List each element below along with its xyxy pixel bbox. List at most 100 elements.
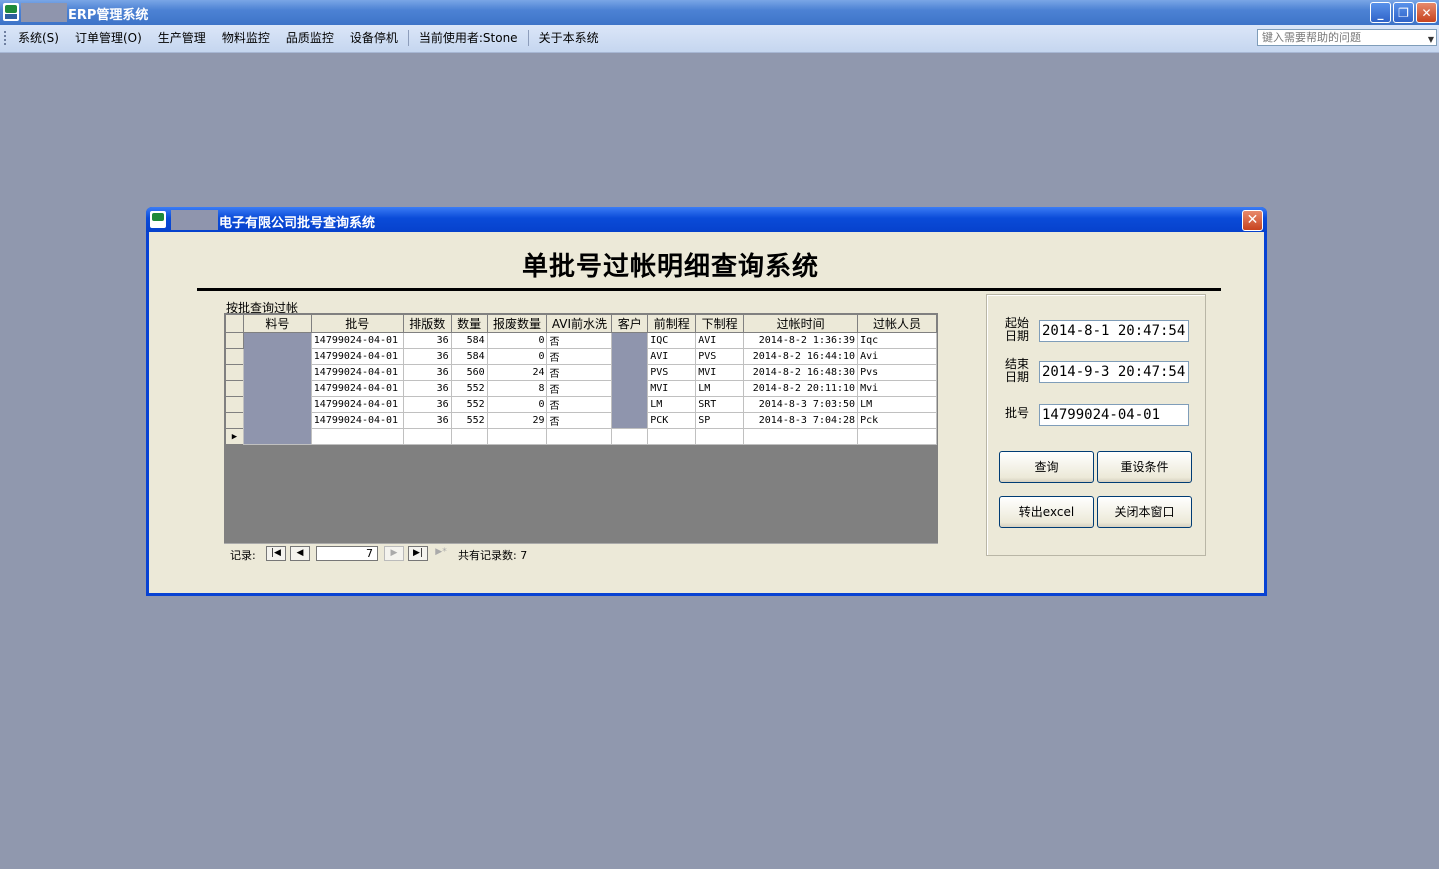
col-header-operator[interactable]: 过帐人员 — [857, 314, 937, 333]
lot-number-field[interactable]: 14799024-04-01 — [1039, 404, 1189, 426]
row-selector[interactable] — [225, 412, 244, 429]
minimize-button[interactable]: _ — [1370, 2, 1391, 23]
cell-panel[interactable]: 36 — [402, 364, 452, 381]
cell-qty[interactable]: 552 — [450, 396, 488, 413]
cell-scrap[interactable]: 29 — [486, 412, 548, 429]
new-record-row[interactable]: ▶ — [225, 428, 937, 445]
cell-scrap[interactable]: 24 — [486, 364, 548, 381]
cell-op[interactable]: Iqc — [857, 332, 937, 349]
menu-system[interactable]: 系统(S) — [10, 30, 67, 46]
menu-downtime[interactable]: 设备停机 — [342, 30, 406, 46]
cell-prev[interactable]: AVI — [647, 348, 697, 365]
close-window-button[interactable]: 关闭本窗口 — [1097, 496, 1192, 528]
cell-time[interactable]: 2014-8-2 20:11:10 — [743, 380, 859, 397]
table-row[interactable]: 14799024-04-01 36 584 0 否 AVI PVS 2014-8-2 16:4… — [225, 348, 937, 365]
cell-time[interactable]: 2014-8-3 7:03:50 — [743, 396, 859, 413]
cell-next[interactable]: AVI — [695, 332, 745, 349]
query-button[interactable]: 查询 — [999, 451, 1094, 483]
menu-orders[interactable]: 订单管理(O) — [67, 30, 150, 46]
cell-qty[interactable]: 552 — [450, 412, 488, 429]
table-row[interactable]: 14799024-04-01 36 552 29 否 PCK SP 2014-8-3 7:04… — [225, 412, 937, 429]
dialog-close-button[interactable]: ✕ — [1242, 210, 1263, 231]
record-number-input[interactable]: 7 — [316, 546, 378, 561]
empty-cell[interactable] — [310, 428, 404, 445]
cell-scrap[interactable]: 0 — [486, 348, 548, 365]
cell-time[interactable]: 2014-8-3 7:04:28 — [743, 412, 859, 429]
cell-op[interactable]: Pvs — [857, 364, 937, 381]
cell-wash[interactable]: 否 — [546, 348, 613, 365]
cell-qty[interactable]: 584 — [450, 348, 488, 365]
help-search-input[interactable]: 键入需要帮助的问题 ▼ — [1257, 29, 1437, 46]
row-selector[interactable] — [225, 364, 244, 381]
data-grid[interactable]: 料号 批号 排版数 数量 报废数量 AVI前水洗 客户 前制程 下制程 过帐时间… — [224, 313, 938, 563]
cell-op[interactable]: LM — [857, 396, 937, 413]
cell-qty[interactable]: 560 — [450, 364, 488, 381]
cell-time[interactable]: 2014-8-2 16:44:10 — [743, 348, 859, 365]
empty-cell[interactable] — [611, 428, 649, 445]
empty-cell[interactable] — [402, 428, 452, 445]
cell-panel[interactable]: 36 — [402, 412, 452, 429]
col-header-prev-process[interactable]: 前制程 — [647, 314, 697, 333]
row-selector[interactable] — [225, 348, 244, 365]
cell-prev[interactable]: LM — [647, 396, 697, 413]
empty-cell[interactable] — [857, 428, 937, 445]
col-header-part-no[interactable]: 料号 — [242, 314, 312, 333]
cell-next[interactable]: MVI — [695, 364, 745, 381]
chevron-down-icon[interactable]: ▼ — [1428, 32, 1434, 47]
cell-panel[interactable]: 36 — [402, 396, 452, 413]
table-row[interactable]: 14799024-04-01 36 552 0 否 LM SRT 2014-8-3 7:03:… — [225, 396, 937, 413]
cell-op[interactable]: Avi — [857, 348, 937, 365]
close-app-button[interactable]: ✕ — [1416, 2, 1437, 23]
cell-prev[interactable]: PVS — [647, 364, 697, 381]
table-row[interactable]: 14799024-04-01 36 560 24 否 PVS MVI 2014-8-2 16:… — [225, 364, 937, 381]
cell-lot[interactable]: 14799024-04-01 — [310, 364, 404, 381]
menu-materials[interactable]: 物料监控 — [214, 30, 278, 46]
col-header-post-time[interactable]: 过帐时间 — [743, 314, 859, 333]
cell-prev[interactable]: IQC — [647, 332, 697, 349]
cell-lot[interactable]: 14799024-04-01 — [310, 332, 404, 349]
cell-scrap[interactable]: 8 — [486, 380, 548, 397]
col-header-qty[interactable]: 数量 — [450, 314, 488, 333]
cell-wash[interactable]: 否 — [546, 396, 613, 413]
col-header-next-process[interactable]: 下制程 — [695, 314, 745, 333]
cell-qty[interactable]: 584 — [450, 332, 488, 349]
empty-cell[interactable] — [450, 428, 488, 445]
cell-op[interactable]: Pck — [857, 412, 937, 429]
first-record-button[interactable]: |◀ — [266, 546, 286, 561]
cell-panel[interactable]: 36 — [402, 348, 452, 365]
new-record-button[interactable]: ▶* — [431, 546, 451, 561]
cell-panel[interactable]: 36 — [402, 380, 452, 397]
col-header-panel[interactable]: 排版数 — [402, 314, 452, 333]
empty-cell[interactable] — [546, 428, 613, 445]
menu-quality[interactable]: 品质监控 — [278, 30, 342, 46]
row-selector[interactable] — [225, 396, 244, 413]
start-date-field[interactable]: 2014-8-1 20:47:54 — [1039, 320, 1189, 342]
cell-time[interactable]: 2014-8-2 16:48:30 — [743, 364, 859, 381]
col-header-scrap[interactable]: 报废数量 — [486, 314, 548, 333]
reset-button[interactable]: 重设条件 — [1097, 451, 1192, 483]
current-row-indicator[interactable]: ▶ — [225, 428, 244, 445]
restore-button[interactable]: ❐ — [1393, 2, 1414, 23]
cell-time[interactable]: 2014-8-2 1:36:39 — [743, 332, 859, 349]
table-row[interactable]: 14799024-04-01 36 552 8 否 MVI LM 2014-8-2 20:11… — [225, 380, 937, 397]
empty-cell[interactable] — [486, 428, 548, 445]
cell-prev[interactable]: MVI — [647, 380, 697, 397]
cell-wash[interactable]: 否 — [546, 332, 613, 349]
cell-panel[interactable]: 36 — [402, 332, 452, 349]
table-row[interactable]: 14799024-04-01 36 584 0 否 IQC AVI 2014-8-2 1:36… — [225, 332, 937, 445]
export-excel-button[interactable]: 转出excel — [999, 496, 1094, 528]
menu-production[interactable]: 生产管理 — [150, 30, 214, 46]
cell-lot[interactable]: 14799024-04-01 — [310, 412, 404, 429]
cell-wash[interactable]: 否 — [546, 412, 613, 429]
col-header-lot[interactable]: 批号 — [310, 314, 404, 333]
toolbar-grip[interactable] — [4, 31, 9, 45]
cell-scrap[interactable]: 0 — [486, 332, 548, 349]
cell-prev[interactable]: PCK — [647, 412, 697, 429]
cell-lot[interactable]: 14799024-04-01 — [310, 396, 404, 413]
cell-wash[interactable]: 否 — [546, 380, 613, 397]
row-selector[interactable] — [225, 380, 244, 397]
empty-cell[interactable] — [743, 428, 859, 445]
cell-next[interactable]: SRT — [695, 396, 745, 413]
cell-lot[interactable]: 14799024-04-01 — [310, 348, 404, 365]
cell-next[interactable]: LM — [695, 380, 745, 397]
